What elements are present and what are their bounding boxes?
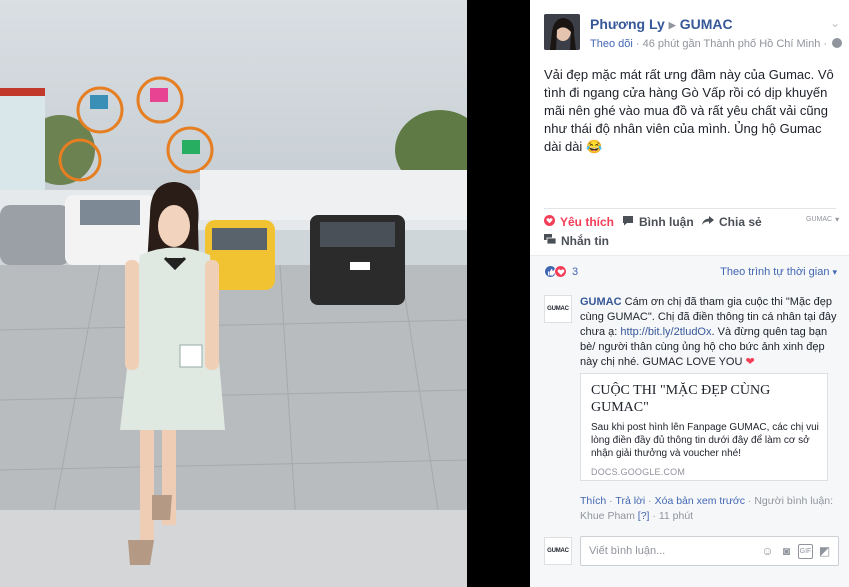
share-icon	[702, 215, 714, 229]
post-text: Vải đẹp mặc mát rất ưng đầm này của Guma…	[544, 66, 836, 156]
share-button[interactable]: Chia sẻ	[702, 215, 762, 229]
comment-footer: Thích · Trả lời · Xóa bản xem trước · Ng…	[580, 495, 834, 522]
reactions-bar: 3 Theo trình tự thời gian ▾	[530, 255, 849, 287]
comment-input-placeholder: Viết bình luận...	[589, 545, 666, 557]
help-link[interactable]: [?]	[638, 510, 650, 522]
comment-like-link[interactable]: Thích	[580, 495, 606, 507]
heart-icon	[544, 215, 555, 229]
emoji-icon[interactable]: ☺	[760, 544, 775, 559]
post-as-page-selector[interactable]: GUMAC ▾	[806, 215, 839, 224]
comment-body: GUMAC Cám ơn chị đã tham gia cuộc thi "M…	[580, 295, 838, 370]
page-name[interactable]: GUMAC	[680, 16, 733, 32]
remove-preview-link[interactable]: Xóa bản xem trước	[655, 495, 745, 507]
comment-input-tools: ☺ ◙ GIF ◩	[760, 544, 832, 559]
comment-icon	[622, 215, 634, 229]
message-label: Nhắn tin	[561, 234, 609, 248]
photo-viewer-gap	[467, 0, 530, 587]
post-photo[interactable]	[0, 0, 467, 587]
heart-emoji: ❤	[745, 356, 755, 368]
camera-icon[interactable]: ◙	[779, 544, 794, 559]
post-author-line: Phương Ly ▶ GUMAC	[590, 16, 733, 32]
comment-link[interactable]: http://bit.ly/2tludOx	[620, 326, 711, 338]
link-preview-title: CUỘC THI "MẶC ĐẸP CÙNG GUMAC"	[591, 383, 771, 415]
globe-icon	[832, 38, 843, 48]
post-meta-text: · 46 phút gần Thành phố Hồ Chí Minh ·	[632, 38, 831, 50]
photo-image	[0, 0, 467, 587]
comment-time[interactable]: 11 phút	[659, 510, 693, 522]
comment-sort-dropdown[interactable]: Theo trình tự thời gian ▾	[720, 266, 837, 278]
comment-input[interactable]: Viết bình luận... ☺ ◙ GIF ◩	[580, 536, 839, 566]
link-preview-card[interactable]: CUỘC THI "MẶC ĐẸP CÙNG GUMAC" Sau khi po…	[580, 373, 828, 481]
caret-down-icon: ▾	[835, 215, 840, 224]
post-side-panel: Phương Ly ▶ GUMAC Theo dõi · 46 phút gần T…	[530, 0, 849, 587]
chevron-down-icon[interactable]: ⌄	[830, 16, 840, 30]
page-selector-label: GUMAC	[806, 216, 833, 223]
arrow-right-icon: ▶	[668, 20, 676, 30]
post-actions: Yêu thích Bình luận Chia sẻ GUMAC ▾ Nhắn …	[544, 208, 839, 252]
reply-avatar: GUMAC	[544, 537, 572, 565]
post-header: Phương Ly ▶ GUMAC Theo dõi · 46 phút gần T…	[544, 14, 843, 54]
comment-sort-label: Theo trình tự thời gian	[720, 266, 830, 278]
follow-button[interactable]: Theo dõi	[590, 38, 633, 50]
love-reaction-icon	[554, 265, 567, 278]
comment-button[interactable]: Bình luận	[622, 215, 694, 229]
gif-icon[interactable]: GIF	[798, 544, 813, 559]
commenter-avatar[interactable]: GUMAC	[544, 295, 572, 323]
message-icon	[544, 234, 557, 248]
post-meta: Theo dõi · 46 phút gần Thành phố Hồ Chí …	[590, 38, 843, 50]
link-preview-domain: DOCS.GOOGLE.COM	[591, 467, 686, 477]
share-label: Chia sẻ	[719, 215, 762, 229]
link-preview-description: Sau khi post hình lên Fanpage GUMAC, các…	[591, 422, 819, 459]
comments-section: GUMAC GUMAC Cám ơn chị đã tham gia cuộc …	[530, 287, 849, 587]
reply-box: GUMAC Viết bình luận... ☺ ◙ GIF ◩	[544, 535, 839, 567]
sticker-icon[interactable]: ◩	[817, 544, 832, 559]
author-avatar[interactable]	[544, 14, 580, 50]
reaction-count: 3	[572, 265, 579, 278]
comment-author[interactable]: GUMAC	[580, 296, 622, 308]
author-name[interactable]: Phương Ly	[590, 16, 665, 32]
reaction-summary[interactable]: 3	[544, 265, 578, 278]
author-avatar-image	[544, 14, 580, 50]
like-button[interactable]: Yêu thích	[544, 215, 614, 229]
caret-down-icon: ▾	[832, 267, 837, 277]
comment-reply-link[interactable]: Trả lời	[615, 495, 645, 507]
comment-label: Bình luận	[639, 215, 694, 229]
laughing-emoji: 😂	[585, 139, 603, 154]
message-button[interactable]: Nhắn tin	[544, 234, 609, 248]
like-label: Yêu thích	[560, 215, 615, 229]
